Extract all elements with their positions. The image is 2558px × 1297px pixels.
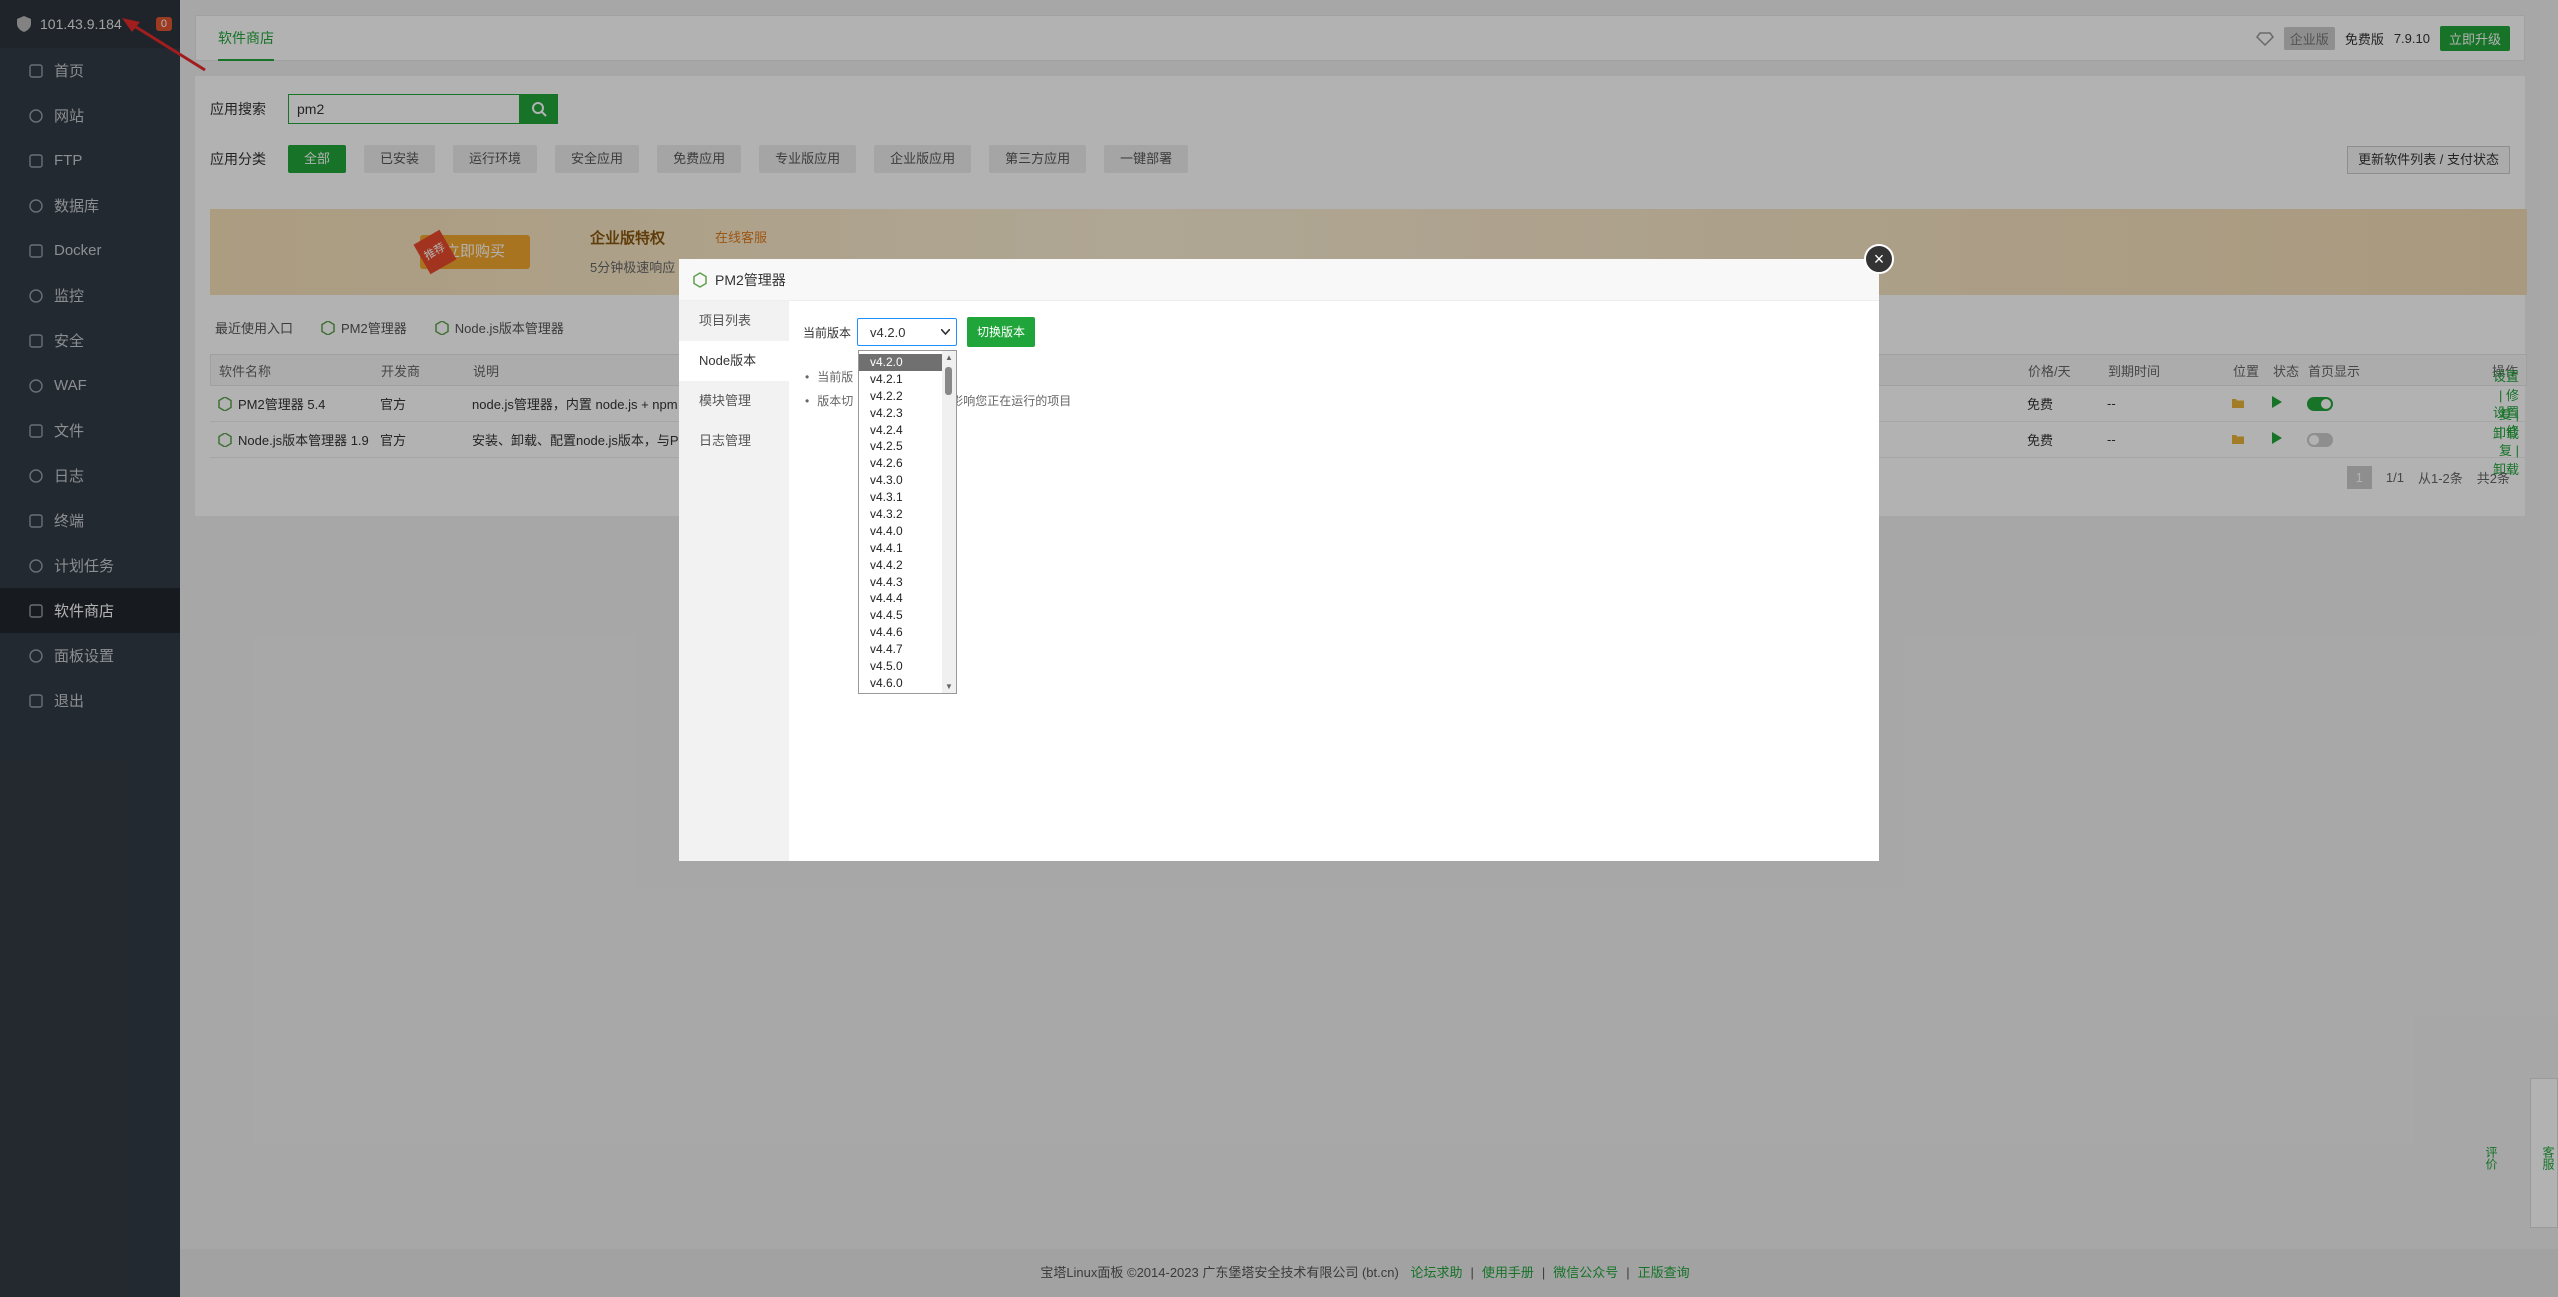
version-option[interactable]: v4.2.4 [859, 422, 943, 439]
tab-project-list[interactable]: 项目列表 [679, 301, 789, 341]
chevron-down-icon [941, 329, 951, 335]
version-option[interactable]: v4.4.3 [859, 574, 943, 591]
version-option[interactable]: v4.3.2 [859, 506, 943, 523]
current-version-label: 当前版本 [803, 325, 852, 340]
close-icon[interactable]: × [1864, 244, 1894, 274]
tab-node-version[interactable]: Node版本 [679, 341, 789, 381]
version-option[interactable]: v4.4.7 [859, 641, 943, 658]
note-text: 当前版 [817, 370, 854, 384]
version-option[interactable]: v4.3.1 [859, 489, 943, 506]
version-option[interactable]: v4.2.3 [859, 405, 943, 422]
version-option[interactable]: v4.2.2 [859, 388, 943, 405]
version-option[interactable]: v4.4.0 [859, 523, 943, 540]
version-option[interactable]: v4.4.4 [859, 590, 943, 607]
nodejs-icon [693, 271, 707, 288]
version-option[interactable]: v4.2.0 [859, 354, 943, 371]
version-option[interactable]: v4.2.6 [859, 455, 943, 472]
dialog-sidebar: 项目列表 Node版本 模块管理 日志管理 [679, 301, 789, 861]
version-row: 当前版本 v4.2.0 切换版本 [803, 317, 1071, 347]
version-option[interactable]: v4.4.5 [859, 607, 943, 624]
switch-version-button[interactable]: 切换版本 [967, 317, 1036, 347]
scroll-up-icon[interactable]: ▲ [945, 353, 953, 362]
version-option[interactable]: v4.5.0 [859, 658, 943, 675]
version-options: v4.2.0 v4.2.1 v4.2.2 v4.2.3 v4.2.4 v4.2.5 v4.2… [859, 354, 943, 692]
dialog-title: PM2管理器 [715, 271, 786, 288]
version-select-value: v4.2.0 [870, 324, 906, 340]
version-option[interactable]: v4.4.2 [859, 557, 943, 574]
tab-log-manage[interactable]: 日志管理 [679, 421, 789, 461]
version-option[interactable]: v4.6.0 [859, 675, 943, 692]
version-dropdown[interactable]: v4.2.0 v4.2.1 v4.2.2 v4.2.3 v4.2.4 v4.2.5 v4.2… [858, 350, 957, 694]
version-option[interactable]: v4.4.6 [859, 624, 943, 641]
note-text: 版本切 [817, 394, 854, 408]
scroll-down-icon[interactable]: ▼ [945, 682, 953, 691]
tab-module-manage[interactable]: 模块管理 [679, 381, 789, 421]
version-select[interactable]: v4.2.0 [857, 318, 958, 346]
dialog-header: PM2管理器 [679, 259, 1879, 301]
version-option[interactable]: v4.3.0 [859, 472, 943, 489]
scroll-thumb[interactable] [945, 367, 952, 395]
version-option[interactable]: v4.4.1 [859, 540, 943, 557]
version-option[interactable]: v4.2.1 [859, 371, 943, 388]
dropdown-scrollbar[interactable]: ▲ ▼ [942, 351, 956, 693]
version-option[interactable]: v4.2.5 [859, 438, 943, 455]
